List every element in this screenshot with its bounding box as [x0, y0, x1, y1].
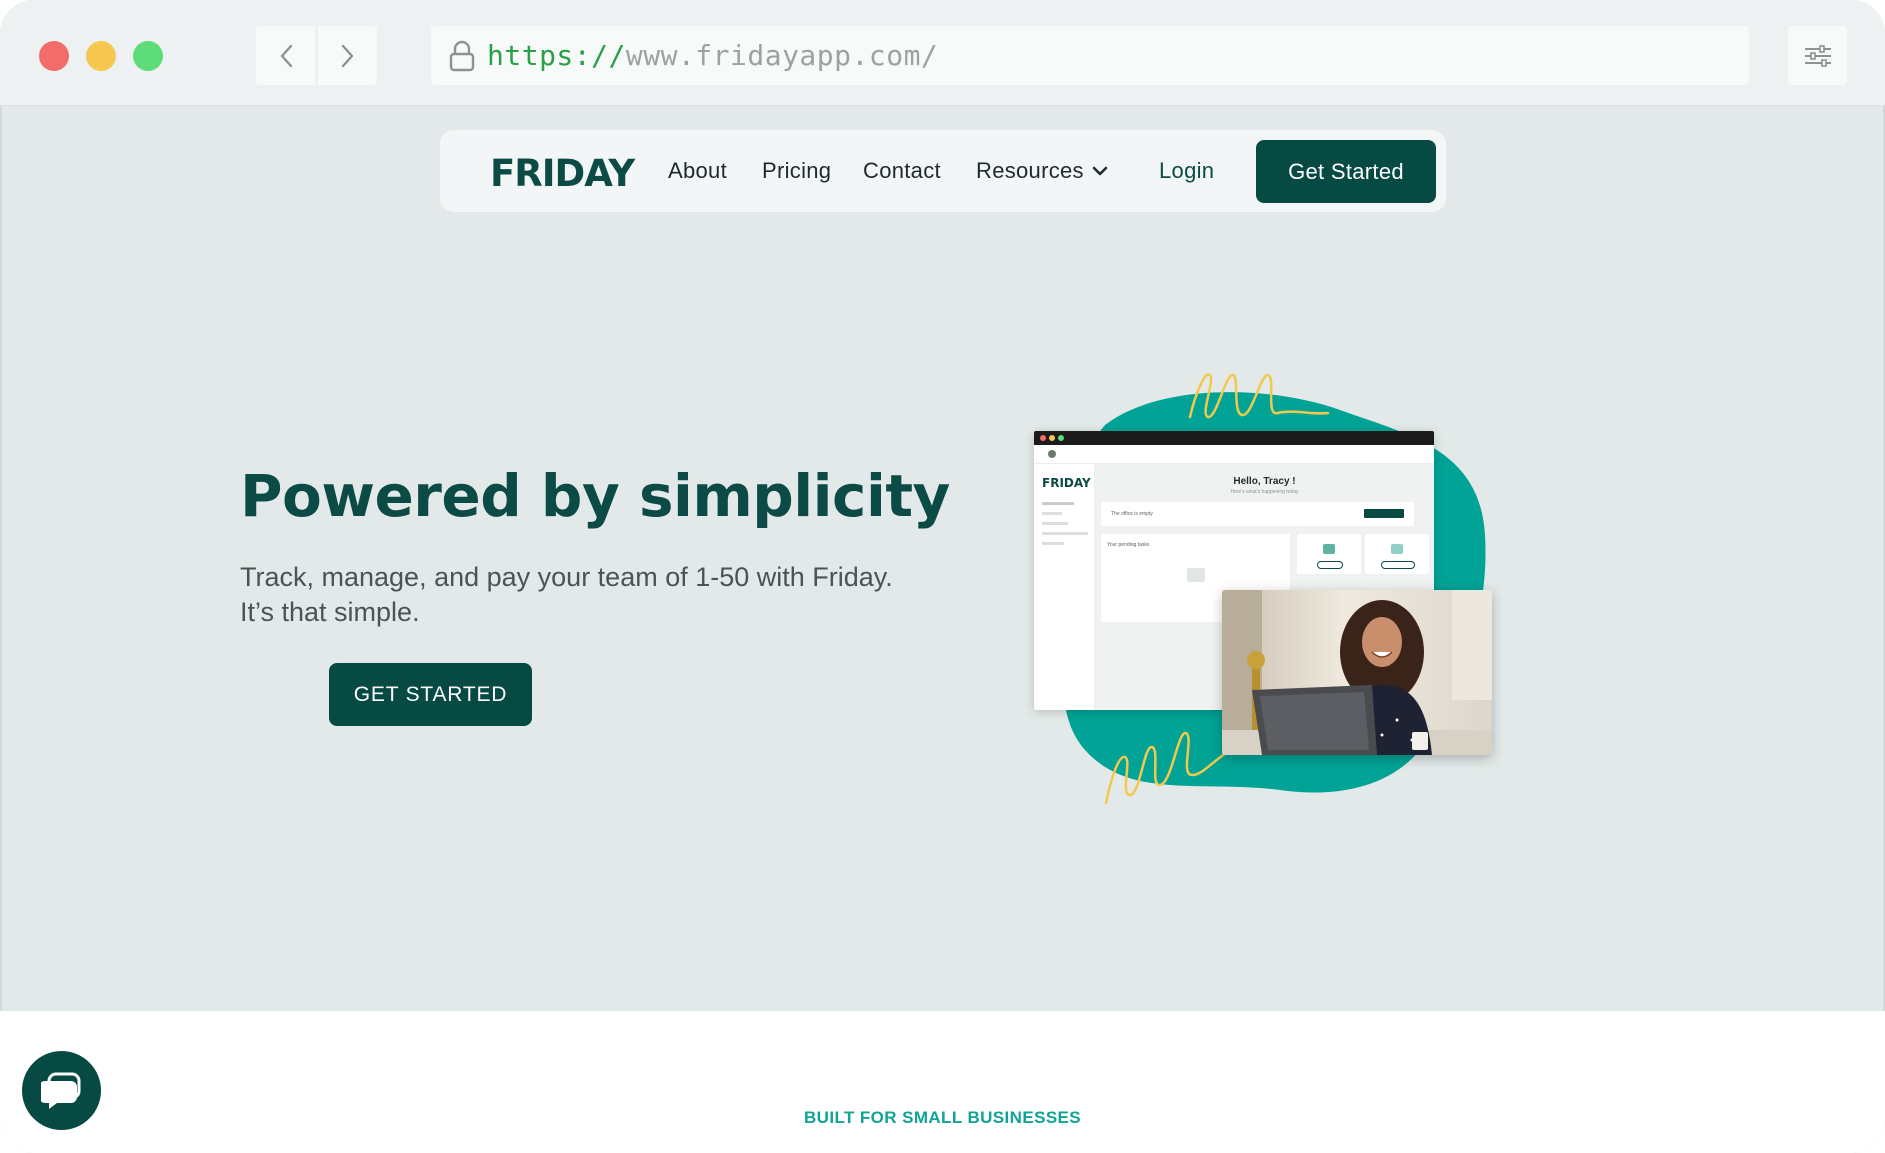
friday-logo[interactable]: FRIDAY: [490, 152, 635, 195]
hero-subtitle-line-1: Track, manage, and pay your team of 1-50…: [240, 562, 893, 592]
preview-pending-tasks: Your pending tasks: [1107, 542, 1150, 548]
preview-office-status: The office is empty: [1111, 511, 1153, 517]
team-icon: [1323, 544, 1335, 554]
preview-dot-yellow: [1049, 435, 1055, 441]
nav-login-link[interactable]: Login: [1159, 158, 1214, 184]
chat-widget-button[interactable]: [22, 1051, 101, 1130]
url-text: https://www.fridayapp.com/: [487, 39, 938, 72]
section-eyebrow: BUILT FOR SMALL BUSINESSES: [803, 1108, 1082, 1127]
url-host: www.fridayapp.com/: [625, 39, 939, 72]
chevron-right-icon: [341, 44, 353, 67]
preview-invite-button: [1364, 509, 1404, 518]
hero-subtitle-line-2: It’s that simple.: [240, 597, 420, 627]
preview-sidebar-item: [1042, 542, 1064, 545]
browser-toolbar: https://www.fridayapp.com/: [0, 0, 1885, 106]
minimize-window-button[interactable]: [86, 41, 116, 71]
preview-sidebar-item: [1042, 512, 1062, 515]
preview-dot-green: [1058, 435, 1064, 441]
app-preview-sidebar: FRIDAY: [1034, 464, 1095, 710]
back-button[interactable]: [256, 26, 315, 85]
preview-view-team-button: [1317, 561, 1343, 569]
preview-avatar: [1048, 450, 1056, 458]
chevron-down-icon: [1092, 166, 1108, 176]
timesheet-icon: [1391, 544, 1403, 554]
lock-icon: [445, 36, 479, 76]
nav-resources-label: Resources: [976, 158, 1084, 183]
maximize-window-button[interactable]: [133, 41, 163, 71]
chevron-left-icon: [280, 44, 292, 67]
nav-contact-link[interactable]: Contact: [863, 158, 941, 184]
chat-bubble-icon: [40, 1072, 80, 1109]
url-scheme: https://: [487, 39, 626, 72]
close-window-button[interactable]: [39, 41, 69, 71]
nav-about-link[interactable]: About: [668, 158, 727, 184]
preview-dot-red: [1040, 435, 1046, 441]
hero-title: Powered by simplicity: [240, 462, 950, 530]
nav-resources-dropdown[interactable]: Resources: [976, 158, 1108, 184]
preview-timesheets-card: [1365, 534, 1429, 574]
browser-window: https://www.fridayapp.com/ FRIDAY About …: [0, 0, 1885, 1153]
preview-greeting: Hello, Tracy !: [1233, 476, 1296, 487]
hero-photo-image: [1222, 590, 1492, 755]
preview-sidebar-item: [1042, 522, 1068, 525]
browser-settings-button[interactable]: [1788, 26, 1847, 85]
preview-team-card: [1297, 534, 1361, 574]
sliders-icon: [1804, 44, 1831, 67]
preview-view-timesheets-button: [1381, 561, 1415, 569]
app-preview-titlebar: [1034, 431, 1434, 445]
forward-button[interactable]: [318, 26, 377, 85]
preview-sidebar-item: [1042, 532, 1088, 535]
preview-logo: FRIDAY: [1042, 476, 1091, 490]
hero-get-started-button[interactable]: GET STARTED: [329, 663, 532, 726]
site-navbar: FRIDAY About Pricing Contact Resources L…: [440, 130, 1446, 212]
address-bar[interactable]: https://www.fridayapp.com/: [431, 26, 1749, 85]
preview-greeting-sub: Here's what's happening today: [1230, 489, 1299, 495]
app-preview-topbar: [1034, 445, 1434, 464]
preview-sidebar-item: [1042, 502, 1074, 505]
inbox-icon: [1187, 568, 1205, 582]
nav-get-started-button[interactable]: Get Started: [1256, 140, 1436, 203]
hero-photo: [1222, 590, 1492, 755]
features-section: [0, 1011, 1885, 1153]
preview-office-card: The office is empty: [1101, 502, 1414, 526]
nav-pricing-link[interactable]: Pricing: [762, 158, 831, 184]
hero-subtitle: Track, manage, and pay your team of 1-50…: [240, 560, 960, 630]
